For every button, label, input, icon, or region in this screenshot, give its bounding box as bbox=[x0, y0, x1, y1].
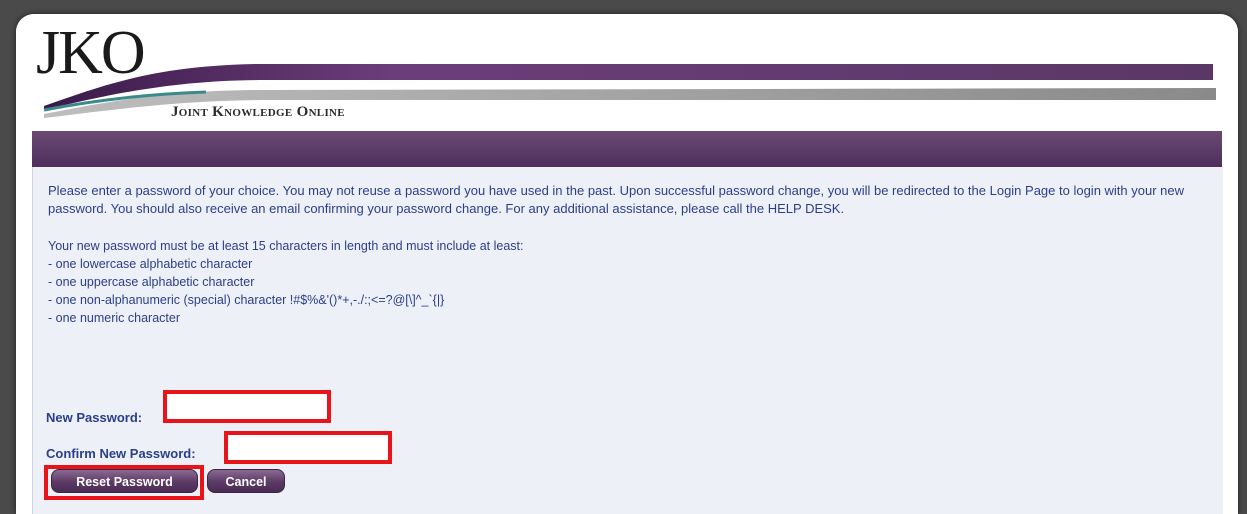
new-password-label: New Password: bbox=[46, 410, 143, 425]
reset-password-button[interactable]: Reset Password bbox=[51, 469, 198, 493]
confirm-password-label: Confirm New Password: bbox=[46, 446, 196, 461]
new-password-field[interactable] bbox=[163, 390, 331, 423]
requirements-block: Your new password must be at least 15 ch… bbox=[48, 237, 1218, 327]
logo-subtitle: Joint Knowledge Online bbox=[171, 104, 345, 120]
confirm-password-field[interactable] bbox=[224, 431, 392, 464]
cancel-button[interactable]: Cancel bbox=[207, 469, 285, 493]
browser-window: JKO Joint Knowledge Online Please enter … bbox=[16, 14, 1238, 514]
intro-text: Please enter a password of your choice. … bbox=[48, 183, 1185, 216]
requirement-item: - one lowercase alphabetic character bbox=[48, 257, 253, 271]
requirement-item: - one numeric character bbox=[48, 311, 181, 325]
nav-band bbox=[32, 131, 1222, 167]
site-header: JKO Joint Knowledge Online bbox=[16, 14, 1238, 132]
requirement-item: - one non-alphanumeric (special) charact… bbox=[48, 293, 445, 307]
requirements-intro: Your new password must be at least 15 ch… bbox=[48, 239, 524, 253]
requirement-item: - one uppercase alphabetic character bbox=[48, 275, 255, 289]
password-reset-panel: Please enter a password of your choice. … bbox=[32, 167, 1223, 514]
jko-logo: JKO bbox=[36, 19, 146, 87]
